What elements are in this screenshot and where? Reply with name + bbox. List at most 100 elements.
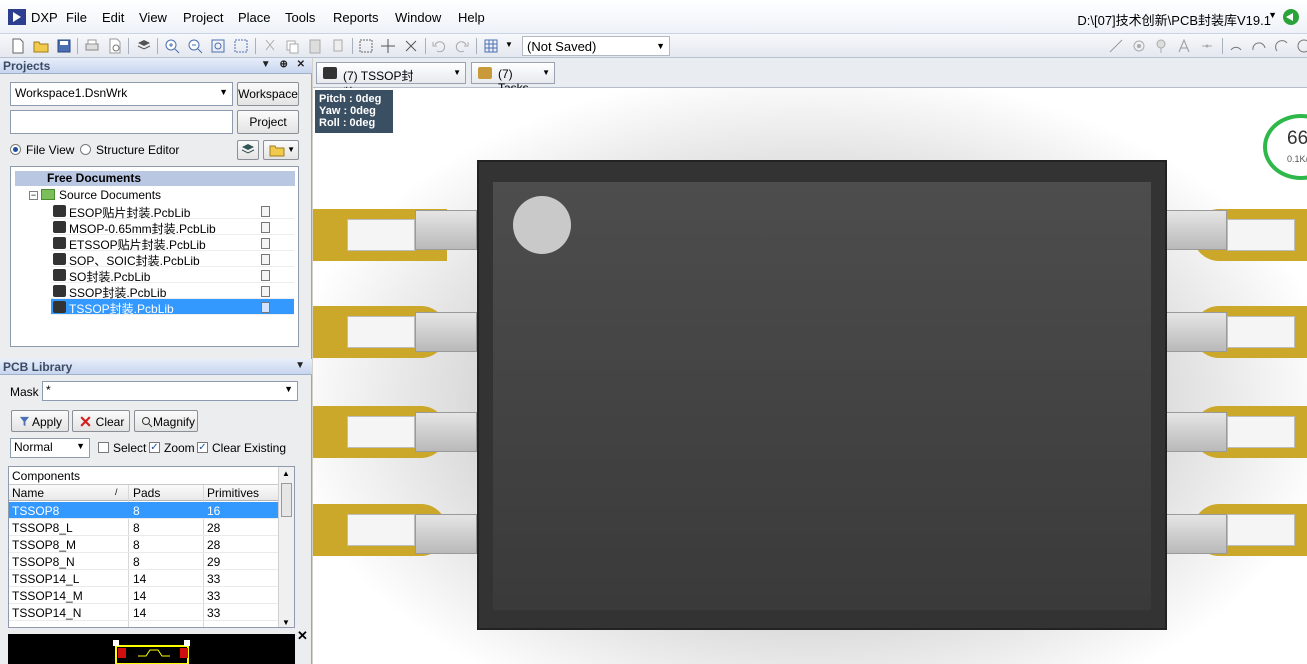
zoom-in-icon[interactable] bbox=[164, 38, 180, 54]
clear-button[interactable]: Clear bbox=[72, 410, 130, 432]
menu-edit[interactable]: Edit bbox=[102, 10, 124, 25]
clear-existing-label[interactable]: Clear Existing bbox=[212, 441, 286, 455]
menu-tools[interactable]: Tools bbox=[285, 10, 315, 25]
menu-window[interactable]: Window bbox=[395, 10, 441, 25]
components-scrollbar[interactable]: ▲ ▼ bbox=[278, 467, 294, 627]
menu-project[interactable]: Project bbox=[183, 10, 223, 25]
grid-icon[interactable] bbox=[483, 38, 499, 54]
mask-input[interactable]: * ▼ bbox=[42, 381, 298, 401]
move-icon[interactable] bbox=[380, 38, 396, 54]
new-document-icon[interactable] bbox=[10, 38, 26, 54]
structure-editor-label[interactable]: Structure Editor bbox=[96, 143, 179, 157]
back-icon[interactable] bbox=[1283, 9, 1299, 25]
paste-icon[interactable] bbox=[307, 38, 323, 54]
select-checkbox[interactable] bbox=[98, 442, 109, 453]
zoom-label[interactable]: Zoom bbox=[164, 441, 195, 455]
deselect-icon[interactable] bbox=[403, 38, 419, 54]
column-header-pads[interactable]: Pads bbox=[133, 486, 160, 500]
file-view-label[interactable]: File View bbox=[26, 143, 74, 157]
panel-controls[interactable]: ▼ ⊕ ✕ bbox=[261, 59, 308, 70]
zoom-checkbox[interactable]: ✓ bbox=[149, 442, 160, 453]
pcb-3d-view[interactable]: Pitch : 0deg Yaw : 0deg Roll : 0deg 66 %… bbox=[313, 88, 1307, 664]
select-label[interactable]: Select bbox=[113, 441, 146, 455]
save-state-select[interactable]: (Not Saved) ▼ bbox=[522, 36, 670, 56]
table-row[interactable]: TSSOP14_L 14 33 bbox=[9, 570, 279, 587]
full-circle-icon[interactable] bbox=[1296, 38, 1307, 54]
save-icon[interactable] bbox=[56, 38, 72, 54]
table-row[interactable]: TSSOP8 8 16 bbox=[9, 502, 279, 519]
print-icon[interactable] bbox=[84, 38, 100, 54]
print-preview-icon[interactable] bbox=[107, 38, 123, 54]
workspace-select[interactable]: Workspace1.DsnWrk ▼ bbox=[10, 82, 233, 106]
cut-icon[interactable] bbox=[262, 38, 278, 54]
project-options-button[interactable]: ▼ bbox=[263, 140, 299, 160]
column-header-name[interactable]: Name bbox=[12, 486, 44, 500]
tab-tssop-pcblib[interactable]: (7) TSSOP封装.PcbLib ▼ bbox=[316, 62, 466, 100]
layers-icon[interactable] bbox=[136, 38, 152, 54]
project-field[interactable] bbox=[10, 110, 233, 134]
zoom-area-icon[interactable] bbox=[233, 38, 249, 54]
table-row[interactable]: TSSOP8_N 8 29 bbox=[9, 553, 279, 570]
select-area-icon[interactable] bbox=[358, 38, 374, 54]
tree-root-free-documents[interactable]: Free Documents bbox=[15, 171, 295, 186]
rubber-stamp-icon[interactable] bbox=[330, 38, 346, 54]
tree-file-item[interactable]: SSOP封装.PcbLib bbox=[51, 283, 294, 300]
scrollbar-thumb[interactable] bbox=[281, 483, 292, 517]
undo-icon[interactable] bbox=[431, 38, 447, 54]
table-row[interactable]: TSSOP14_N 14 33 bbox=[9, 604, 279, 621]
close-preview-icon[interactable]: ✕ bbox=[297, 628, 308, 644]
path-dropdown-icon[interactable]: ▼ bbox=[1268, 10, 1277, 20]
arc-center-icon[interactable] bbox=[1228, 38, 1244, 54]
coordinate-icon[interactable] bbox=[1199, 38, 1215, 54]
project-button[interactable]: Project bbox=[237, 110, 299, 134]
tree-file-item[interactable]: ESOP贴片封装.PcbLib bbox=[51, 203, 294, 220]
tree-folder-source-documents[interactable]: Source Documents bbox=[59, 188, 161, 202]
collapse-icon[interactable]: − bbox=[29, 191, 38, 200]
magnify-button[interactable]: Magnify bbox=[134, 410, 198, 432]
cell-name: TSSOP8_L bbox=[12, 521, 73, 535]
compile-button[interactable] bbox=[237, 140, 259, 160]
table-row[interactable]: TSSOP8_M 8 28 bbox=[9, 536, 279, 553]
scroll-down-icon[interactable]: ▼ bbox=[282, 618, 290, 627]
tree-file-item[interactable]: MSOP-0.65mm封装.PcbLib bbox=[51, 219, 294, 236]
tree-file-item[interactable]: SOP、SOIC封装.PcbLib bbox=[51, 251, 294, 268]
menu-help[interactable]: Help bbox=[458, 10, 485, 25]
arc-edge-icon[interactable] bbox=[1251, 38, 1267, 54]
clear-existing-checkbox[interactable]: ✓ bbox=[197, 442, 208, 453]
scroll-up-icon[interactable]: ▲ bbox=[282, 469, 290, 478]
grid-dropdown-icon[interactable]: ▼ bbox=[505, 40, 513, 49]
tree-file-item-selected[interactable]: TSSOP封装.PcbLib bbox=[51, 299, 294, 316]
arc-any-icon[interactable] bbox=[1274, 38, 1290, 54]
workspace-button[interactable]: Workspace bbox=[237, 82, 299, 106]
redo-icon[interactable] bbox=[454, 38, 470, 54]
document-icon bbox=[261, 254, 270, 265]
column-header-primitives[interactable]: Primitives bbox=[207, 486, 259, 500]
panel-controls[interactable]: ▼ bbox=[295, 360, 308, 371]
document-path[interactable]: D:\[07]技术创新\PCB封装库V19.1 bbox=[1077, 10, 1271, 29]
tree-file-item[interactable]: SO封装.PcbLib bbox=[51, 267, 294, 284]
mode-select[interactable]: Normal ▼ bbox=[10, 438, 90, 458]
dxp-logo-icon[interactable] bbox=[8, 9, 26, 25]
zoom-out-icon[interactable] bbox=[187, 38, 203, 54]
via-icon[interactable] bbox=[1153, 38, 1169, 54]
table-row[interactable]: TSSOP14_M 14 33 bbox=[9, 587, 279, 604]
open-folder-icon[interactable] bbox=[33, 38, 49, 54]
menu-view[interactable]: View bbox=[139, 10, 167, 25]
network-speed-widget[interactable]: 66 % 0.1K/s bbox=[1263, 114, 1307, 180]
pad-icon[interactable] bbox=[1131, 38, 1147, 54]
line-icon[interactable] bbox=[1108, 38, 1124, 54]
zoom-fit-icon[interactable] bbox=[210, 38, 226, 54]
menu-reports[interactable]: Reports bbox=[333, 10, 379, 25]
menu-dxp[interactable]: DXP bbox=[31, 10, 58, 25]
tab-tasks[interactable]: (7) Tasks ▼ bbox=[471, 62, 555, 95]
copy-icon[interactable] bbox=[284, 38, 300, 54]
apply-button[interactable]: Apply bbox=[11, 410, 69, 432]
menu-place[interactable]: Place bbox=[238, 10, 271, 25]
string-icon[interactable] bbox=[1176, 38, 1192, 54]
tree-file-item[interactable]: ETSSOP贴片封装.PcbLib bbox=[51, 235, 294, 252]
file-view-radio[interactable] bbox=[10, 144, 21, 155]
table-row[interactable]: TSSOP8_L 8 28 bbox=[9, 519, 279, 536]
menu-file[interactable]: File bbox=[66, 10, 87, 25]
structure-editor-radio[interactable] bbox=[80, 144, 91, 155]
components-header: Name / Pads Primitives bbox=[9, 485, 279, 501]
